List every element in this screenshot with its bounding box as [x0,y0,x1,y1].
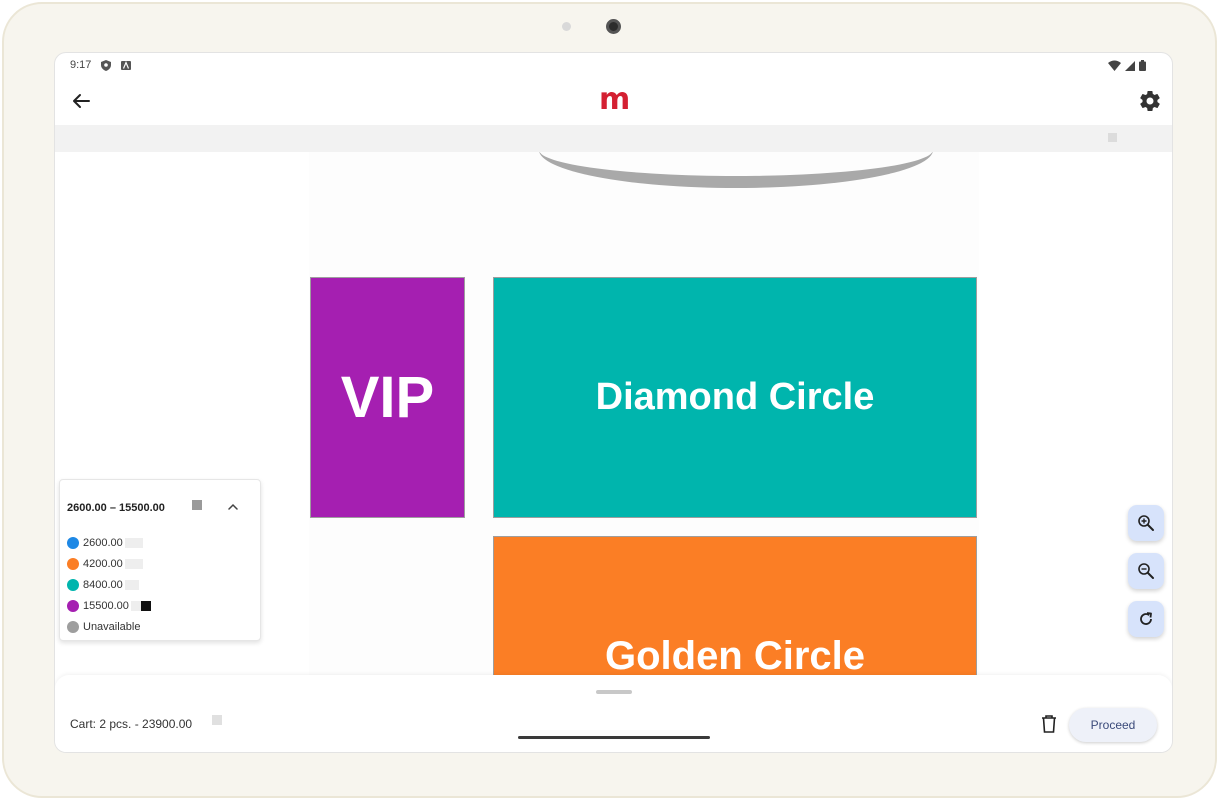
app-bar: m [55,79,1172,125]
tablet-frame: 9:17 m VIP Diamond Circle Golden Circle … [2,2,1217,798]
toolbar-strip [55,125,1172,152]
price-legend: 2600.00 – 15500.00 2600.00 4200.00 8400.… [59,479,261,641]
cart-summary-mark [212,715,222,725]
zoom-in-button[interactable] [1128,505,1164,541]
section-golden-circle-label: Golden Circle [604,634,866,678]
signal-icon [1125,60,1135,71]
reset-zoom-button[interactable] [1128,601,1164,637]
legend-swatch [130,600,141,611]
zoom-out-icon [1138,563,1154,579]
legend-dot-gray [67,620,79,633]
chevron-up-icon[interactable] [224,498,242,516]
legend-dot-purple [67,599,79,612]
status-time: 9:17 [70,59,92,71]
cart-summary: Cart: 2 pcs. - 23900.00 [70,717,193,731]
legend-item-label: 4200.00 [83,557,123,570]
legend-list: 2600.00 4200.00 8400.00 15500.00 Unavail… [67,532,151,637]
a-status-icon [121,60,131,70]
trash-icon[interactable] [1040,714,1058,734]
legend-swatch [124,558,143,569]
gear-icon[interactable] [1138,89,1162,113]
legend-swatch [124,579,139,590]
stage-arc [539,152,933,188]
legend-price-range: 2600.00 – 15500.00 [67,502,165,514]
legend-item: 15500.00 [67,595,151,616]
arrow-left-icon[interactable] [69,89,93,113]
sensor-dot [562,22,571,31]
zoom-in-icon [1138,515,1154,531]
wifi-icon [1108,60,1121,71]
legend-item: 8400.00 [67,574,151,595]
shield-status-icon [101,60,111,71]
cart-sheet: Cart: 2 pcs. - 23900.00 Proceed [55,675,1172,752]
zoom-out-button[interactable] [1128,553,1164,589]
stage [539,152,933,192]
toolbar-strip-mark [1108,133,1117,142]
refresh-icon [1140,612,1152,625]
status-bar: 9:17 [55,53,1172,79]
section-golden-circle[interactable]: Golden Circle [493,536,977,678]
legend-item-label: 2600.00 [83,536,123,549]
legend-range-mark [192,500,202,510]
sheet-drag-handle[interactable] [596,690,632,694]
legend-swatch [124,537,143,548]
battery-icon [1139,60,1146,71]
legend-swatch-dark [140,600,151,611]
gesture-nav-bar[interactable] [518,736,710,739]
legend-item: 2600.00 [67,532,151,553]
legend-item-label: 8400.00 [83,578,123,591]
legend-item-label: Unavailable [83,620,141,633]
legend-dot-orange [67,557,79,570]
section-vip-label: VIP [340,365,435,430]
legend-item-label: 15500.00 [83,599,129,612]
section-vip[interactable]: VIP [310,277,465,518]
section-diamond-circle[interactable]: Diamond Circle [493,277,977,518]
legend-dot-teal [67,578,79,591]
proceed-button[interactable]: Proceed [1069,708,1157,742]
status-right-icons [1108,60,1146,71]
screen: 9:17 m VIP Diamond Circle Golden Circle … [54,52,1173,753]
legend-item: 4200.00 [67,553,151,574]
section-diamond-circle-label: Diamond Circle [595,376,875,418]
app-logo: m [599,82,630,117]
legend-dot-blue [67,536,79,549]
camera-lens [606,19,621,34]
legend-item: Unavailable [67,616,151,637]
